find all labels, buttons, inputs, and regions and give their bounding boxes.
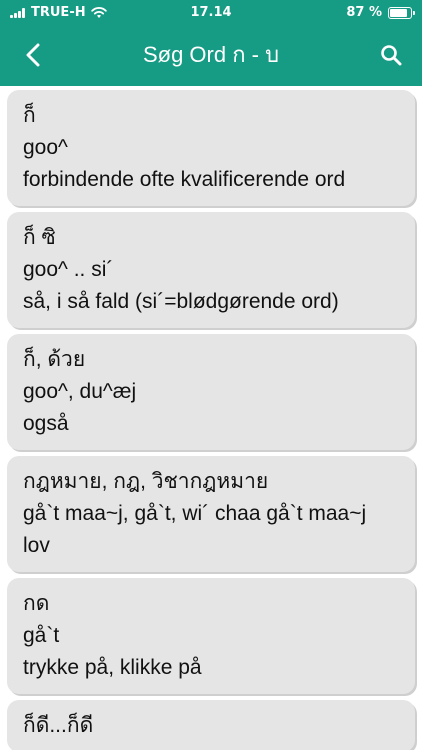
thai-word: กด	[23, 592, 50, 615]
meaning: trykke på, klikke på	[23, 656, 202, 679]
meaning: også	[23, 412, 69, 435]
page-title: Søg Ord ก - บ	[142, 42, 280, 67]
romanization: goo^	[23, 136, 68, 159]
battery-icon	[388, 6, 415, 19]
thai-word: กฎหมาย, กฎ, วิชากฎหมาย	[23, 470, 269, 493]
list-item[interactable]: ก็ goo^ forbindende ofte kvalificerende …	[7, 90, 415, 206]
meaning: forbindende ofte kvalificerende ord	[23, 168, 346, 191]
status-right: 87 %	[346, 5, 415, 20]
romanization: goo^ .. si´	[23, 258, 114, 281]
search-icon	[381, 45, 402, 66]
chevron-left-icon	[26, 43, 40, 67]
app-header: TRUE-H 17.14 87 % Søg Ord ก - บ	[0, 0, 422, 86]
battery-level	[390, 8, 408, 17]
list-item[interactable]: กด gå`t trykke på, klikke på	[7, 578, 415, 694]
thai-word: ก็ ซิ	[23, 226, 56, 249]
meaning: lov	[23, 534, 50, 557]
thai-word: ก็	[23, 104, 36, 127]
romanization: goo^, du^æj	[23, 380, 137, 403]
word-list[interactable]: ก็ goo^ forbindende ofte kvalificerende …	[0, 86, 422, 750]
meaning: så, i så fald (si´=blødgørende ord)	[23, 290, 339, 313]
list-item[interactable]: กฎหมาย, กฎ, วิชากฎหมาย gå`t maa~j, gå`t,…	[7, 456, 415, 572]
search-button[interactable]	[376, 40, 406, 70]
back-button[interactable]	[18, 40, 48, 70]
list-item[interactable]: ก็ ซิ goo^ .. si´ så, i så fald (si´=blø…	[7, 212, 415, 328]
list-item[interactable]: ก็ดี...ก็ดี	[7, 700, 415, 750]
thai-word: ก็ดี...ก็ดี	[23, 714, 94, 737]
thai-word: ก็, ด้วย	[23, 348, 86, 371]
romanization: gå`t maa~j, gå`t, wi´ chaa gå`t maa~j	[23, 502, 367, 525]
battery-percent: 87 %	[346, 5, 382, 20]
status-bar: TRUE-H 17.14 87 %	[0, 0, 422, 26]
navigation-bar: Søg Ord ก - บ	[0, 30, 422, 80]
list-item[interactable]: ก็, ด้วย goo^, du^æj også	[7, 334, 415, 450]
romanization: gå`t	[23, 624, 60, 647]
